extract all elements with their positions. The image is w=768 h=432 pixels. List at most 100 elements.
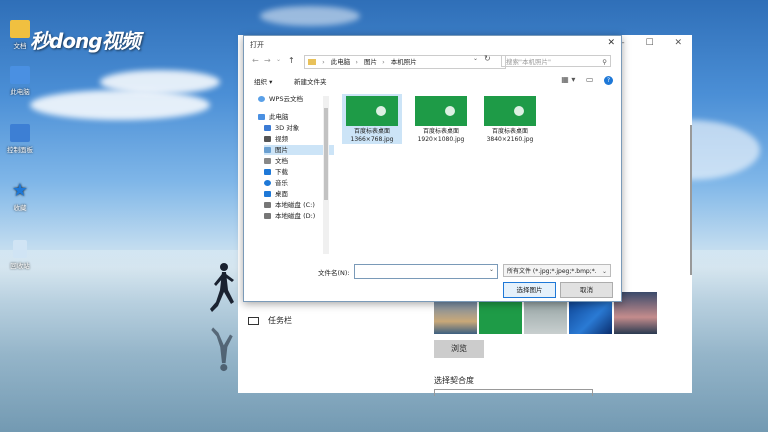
desktop-icon-label: 此电脑 — [10, 88, 30, 96]
desktop-icon-label: 回收站 — [10, 262, 30, 270]
nav-item-label: 音乐 — [275, 179, 288, 187]
address-dropdown-icon[interactable]: ⌄ — [473, 55, 478, 62]
filename-dropdown-icon[interactable]: ⌄ — [489, 266, 494, 273]
computer-icon — [258, 114, 265, 120]
download-icon — [264, 169, 271, 175]
nav-item-label: 视频 — [275, 135, 288, 143]
desktop-icon-favorites[interactable]: ★ 收藏 — [0, 180, 40, 213]
recent-locations-button[interactable]: ⌄ — [276, 56, 281, 63]
computer-icon — [10, 66, 30, 84]
runner-silhouette — [210, 263, 234, 312]
tree-logo — [514, 106, 524, 116]
settings-scrollbar[interactable] — [690, 125, 692, 275]
nav-item-downloads[interactable]: 下载 — [264, 167, 288, 177]
file-name-line1: 百度标表桌面 — [491, 128, 528, 135]
file-name-line1: 百度标表桌面 — [353, 128, 390, 135]
file-name-line2: 3840×2160.jpg — [486, 136, 534, 143]
close-button[interactable]: ✕ — [674, 38, 682, 48]
desktop-icon-label: 收藏 — [13, 204, 27, 212]
star-icon: ★ — [11, 180, 29, 201]
file-item[interactable]: 百度标表桌面 1920×1080.jpg — [411, 94, 471, 144]
nav-item-label: 本地磁盘 (C:) — [275, 201, 315, 209]
nav-item-label: 本地磁盘 (D:) — [275, 212, 316, 220]
filename-input[interactable]: ⌄ — [354, 264, 498, 279]
document-icon — [264, 158, 271, 164]
refresh-icon[interactable]: ↻ — [484, 54, 491, 63]
nav-item-this-pc[interactable]: 此电脑 — [258, 112, 289, 122]
address-row: ← → ⌄ ↑ › 此电脑 › 图片 › 本机照片 ⌄ ↻ 搜索"本机照片" ⚲ — [244, 52, 621, 70]
fit-label: 选择契合度 — [434, 376, 474, 385]
filter-value: 所有文件 (*.jpg;*.jpeg;*.bmp;*. — [507, 268, 597, 275]
open-file-dialog: 打开 ✕ ← → ⌄ ↑ › 此电脑 › 图片 › 本机照片 ⌄ ↻ 搜索"本机… — [243, 35, 622, 302]
breadcrumb-local-photos[interactable]: 本机照片 — [391, 58, 417, 66]
search-input[interactable]: 搜索"本机照片" ⚲ — [501, 55, 611, 67]
nav-item-desktop[interactable]: 桌面 — [264, 189, 288, 199]
open-button[interactable]: 选择图片 — [503, 282, 556, 298]
scrollbar-thumb[interactable] — [324, 108, 328, 200]
desktop-icon-this-pc[interactable]: 此电脑 — [0, 66, 40, 96]
taskbar-label: 任务栏 — [268, 316, 292, 325]
desktop-icon-label: 控制面板 — [7, 146, 33, 154]
nav-item-label: 桌面 — [275, 190, 288, 198]
breadcrumb-this-pc[interactable]: 此电脑 — [331, 58, 351, 66]
file-item[interactable]: 百度标表桌面 1366×768.jpg — [342, 94, 402, 144]
dialog-close-button[interactable]: ✕ — [607, 38, 615, 48]
drive-icon — [264, 213, 271, 219]
image-thumbnail — [415, 96, 467, 126]
view-controls: ▦ ▾ ▭ ? — [553, 75, 613, 85]
taskbar-icon — [248, 316, 259, 325]
cancel-button[interactable]: 取消 — [560, 282, 613, 298]
cloud-icon — [258, 96, 265, 102]
cube-icon — [264, 125, 271, 131]
cloud — [260, 6, 360, 26]
folder-icon — [308, 59, 316, 65]
nav-item-videos[interactable]: 视频 — [264, 134, 288, 144]
nav-item-drive-d[interactable]: 本地磁盘 (D:) — [264, 211, 315, 221]
organize-menu[interactable]: 组织 ▾ — [254, 76, 272, 86]
search-placeholder: 搜索"本机照片" — [506, 58, 551, 66]
tree-logo — [376, 106, 386, 116]
desktop-icon — [264, 191, 271, 197]
image-thumbnail — [484, 96, 536, 126]
dialog-toolbar: 组织 ▾ 新建文件夹 ▦ ▾ ▭ ? — [244, 74, 621, 88]
forward-button[interactable]: → — [264, 56, 271, 65]
chevron-down-icon: ⌄ — [601, 268, 607, 275]
desktop-icon-control-panel[interactable]: 控制面板 — [0, 124, 40, 154]
filename-label: 文件名(N): — [318, 269, 350, 277]
new-folder-button[interactable]: 新建文件夹 — [294, 76, 327, 86]
help-icon[interactable]: ? — [604, 76, 613, 85]
preview-pane-icon[interactable]: ▭ — [586, 75, 594, 84]
nav-item-drive-c[interactable]: 本地磁盘 (C:) — [264, 200, 315, 210]
file-name-line1: 百度标表桌面 — [422, 128, 459, 135]
file-name-line2: 1920×1080.jpg — [417, 136, 465, 143]
nav-item-label: 下载 — [275, 168, 288, 176]
nav-item-label: WPS云文档 — [269, 95, 303, 103]
navigation-pane: WPS云文档 此电脑 3D 对象 视频 图片 文档 下载 音乐 桌面 本地磁盘 … — [254, 94, 334, 254]
nav-item-music[interactable]: 音乐 — [264, 178, 288, 188]
runner-reflection — [211, 327, 233, 372]
navigation-scrollbar[interactable] — [323, 96, 329, 254]
fit-dropdown[interactable] — [434, 389, 593, 396]
file-type-filter[interactable]: 所有文件 (*.jpg;*.jpeg;*.bmp;*. ⌄ — [503, 264, 611, 277]
up-button[interactable]: ↑ — [288, 56, 295, 65]
nav-item-label: 图片 — [275, 146, 288, 154]
nav-item-documents[interactable]: 文档 — [264, 156, 288, 166]
settings-nav-taskbar[interactable]: 任务栏 — [248, 315, 292, 326]
nav-item-3d-objects[interactable]: 3D 对象 — [264, 123, 299, 133]
file-name-line2: 1366×768.jpg — [350, 136, 394, 143]
breadcrumb-separator: › — [322, 58, 325, 66]
back-button[interactable]: ← — [252, 56, 259, 65]
breadcrumb-pictures[interactable]: 图片 — [364, 58, 377, 66]
monitor-icon — [10, 124, 30, 142]
file-item[interactable]: 百度标表桌面 3840×2160.jpg — [480, 94, 540, 144]
breadcrumb-separator: › — [382, 58, 385, 66]
documents-icon — [10, 20, 30, 38]
view-mode-icon[interactable]: ▦ ▾ — [561, 75, 575, 84]
maximize-button[interactable]: ☐ — [646, 38, 654, 48]
dialog-bottom-bar: 文件名(N): ⌄ 所有文件 (*.jpg;*.jpeg;*.bmp;*. ⌄ … — [244, 262, 621, 302]
browse-button[interactable]: 浏览 — [434, 340, 484, 358]
dialog-title: 打开 — [250, 41, 264, 49]
cloud — [30, 90, 210, 120]
nav-item-wps-cloud[interactable]: WPS云文档 — [258, 94, 303, 104]
desktop-icon-recycle-bin[interactable]: 回收站 — [0, 240, 40, 270]
